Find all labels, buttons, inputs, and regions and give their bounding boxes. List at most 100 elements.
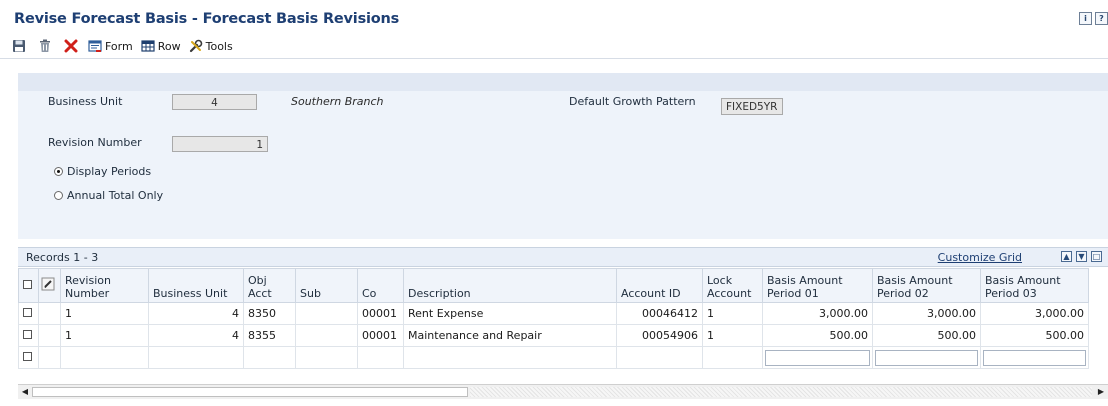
cell-sub[interactable]	[295, 302, 358, 325]
radio-annual-total-label: Annual Total Only	[67, 189, 164, 202]
col-header-sub[interactable]: Sub	[295, 268, 358, 303]
business-unit-description: Southern Branch	[291, 95, 384, 108]
radio-selected-icon	[54, 167, 63, 176]
cell-lock-account[interactable]: 1	[702, 302, 763, 325]
radio-annual-total[interactable]: Annual Total Only	[54, 189, 163, 202]
scroll-thumb[interactable]	[32, 387, 468, 397]
row-checkbox-cell[interactable]	[18, 346, 39, 369]
cell-co[interactable]: 00001	[357, 302, 404, 325]
period-03-input[interactable]	[983, 349, 1086, 366]
cell-period-03[interactable]: 500.00	[980, 324, 1089, 347]
cell-period-01[interactable]: 3,000.00	[762, 302, 873, 325]
grid-panel: Records 1 - 3 Customize Grid ▲ ▼ □ Revis…	[18, 247, 1108, 399]
row-checkbox[interactable]	[23, 330, 32, 339]
col-header-lock-account[interactable]: Lock Account	[702, 268, 763, 303]
row-edit-cell	[38, 346, 61, 369]
row-checkbox[interactable]	[23, 308, 32, 317]
scroll-left-icon[interactable]: ◀	[19, 386, 31, 398]
cell-business-unit[interactable]: 4	[148, 302, 244, 325]
cell-period-03[interactable]: 3,000.00	[980, 302, 1089, 325]
toolbar: Form Row Tools	[0, 34, 1108, 59]
cell-period-02[interactable]	[872, 346, 981, 369]
tools-menu[interactable]: Tools	[189, 36, 233, 56]
cell-description[interactable]: Maintenance and Repair	[403, 324, 617, 347]
cell-account-id[interactable]: 00046412	[616, 302, 703, 325]
cell-co[interactable]	[357, 346, 404, 369]
cell-business-unit[interactable]	[148, 346, 244, 369]
table-row-new[interactable]	[18, 346, 1089, 369]
records-count: Records 1 - 3	[26, 251, 99, 264]
cell-sub[interactable]	[295, 324, 358, 347]
period-01-input[interactable]	[765, 349, 870, 366]
cell-business-unit[interactable]: 4	[148, 324, 244, 347]
cell-revision-number[interactable]: 1	[60, 302, 149, 325]
info-icon[interactable]: i	[1079, 12, 1092, 25]
tools-menu-label: Tools	[205, 39, 233, 53]
col-header-business-unit[interactable]: Business Unit	[148, 268, 244, 303]
save-icon	[13, 40, 25, 52]
cell-period-01[interactable]: 500.00	[762, 324, 873, 347]
cancel-button[interactable]	[64, 36, 78, 56]
cell-description[interactable]: Rent Expense	[403, 302, 617, 325]
edit-column-header	[38, 268, 61, 303]
maximize-icon[interactable]: □	[1091, 251, 1102, 262]
cell-obj-acct[interactable]	[243, 346, 296, 369]
help-icons: i ?	[1079, 12, 1108, 25]
col-header-description[interactable]: Description	[403, 268, 617, 303]
form-menu-label: Form	[105, 39, 133, 53]
cell-account-id[interactable]	[616, 346, 703, 369]
scroll-track[interactable]	[470, 387, 1092, 397]
header-panel: Business Unit 4 Southern Branch Default …	[18, 73, 1108, 239]
cell-revision-number[interactable]: 1	[60, 324, 149, 347]
col-header-account-id[interactable]: Account ID	[616, 268, 703, 303]
cell-lock-account[interactable]: 1	[702, 324, 763, 347]
close-icon	[64, 39, 78, 53]
delete-button[interactable]	[38, 36, 52, 56]
col-header-revision-number[interactable]: Revision Number	[60, 268, 149, 303]
row-checkbox[interactable]	[23, 352, 32, 361]
row-menu[interactable]: Row	[141, 36, 181, 56]
cell-account-id[interactable]: 00054906	[616, 324, 703, 347]
col-header-period-02[interactable]: Basis Amount Period 02	[872, 268, 981, 303]
cell-obj-acct[interactable]: 8355	[243, 324, 296, 347]
select-all-checkbox[interactable]	[23, 280, 32, 289]
business-unit-label: Business Unit	[48, 95, 123, 108]
business-unit-field[interactable]: 4	[172, 94, 257, 110]
select-all-checkbox-cell[interactable]	[18, 268, 39, 303]
save-button[interactable]	[12, 36, 26, 56]
horizontal-scrollbar[interactable]: ◀ ▶	[18, 384, 1108, 399]
growth-pattern-field[interactable]: FIXED5YR	[721, 98, 783, 115]
pencil-icon	[41, 277, 55, 291]
cell-description[interactable]	[403, 346, 617, 369]
grid-action-icons: ▲ ▼ □	[1061, 251, 1102, 262]
cell-sub[interactable]	[295, 346, 358, 369]
revision-number-field[interactable]: 1	[172, 136, 268, 152]
tools-icon	[189, 39, 202, 53]
export-icon[interactable]: ▲	[1061, 251, 1072, 262]
cell-period-02[interactable]: 500.00	[872, 324, 981, 347]
col-header-obj-acct[interactable]: Obj Acct	[243, 268, 296, 303]
import-icon[interactable]: ▼	[1076, 251, 1087, 262]
cell-period-01[interactable]	[762, 346, 873, 369]
col-header-co[interactable]: Co	[357, 268, 404, 303]
cell-obj-acct[interactable]: 8350	[243, 302, 296, 325]
cell-co[interactable]: 00001	[357, 324, 404, 347]
row-checkbox-cell[interactable]	[18, 324, 39, 347]
period-02-input[interactable]	[875, 349, 978, 366]
radio-display-periods[interactable]: Display Periods	[54, 165, 151, 178]
row-edit-cell	[38, 324, 61, 347]
col-header-period-03[interactable]: Basis Amount Period 03	[980, 268, 1089, 303]
cell-period-02[interactable]: 3,000.00	[872, 302, 981, 325]
cell-revision-number[interactable]	[60, 346, 149, 369]
form-menu[interactable]: Form	[88, 36, 133, 56]
customize-grid-link[interactable]: Customize Grid	[938, 251, 1022, 264]
table-row[interactable]: 1 4 8355 00001 Maintenance and Repair 00…	[18, 324, 1089, 347]
cell-lock-account[interactable]	[702, 346, 763, 369]
cell-period-03[interactable]	[980, 346, 1089, 369]
scroll-right-icon[interactable]: ▶	[1095, 386, 1107, 398]
row-checkbox-cell[interactable]	[18, 302, 39, 325]
help-icon[interactable]: ?	[1095, 12, 1108, 25]
grid-toolbar: Records 1 - 3 Customize Grid ▲ ▼ □	[18, 248, 1108, 267]
table-row[interactable]: 1 4 8350 00001 Rent Expense 00046412 1 3…	[18, 302, 1089, 325]
col-header-period-01[interactable]: Basis Amount Period 01	[762, 268, 873, 303]
